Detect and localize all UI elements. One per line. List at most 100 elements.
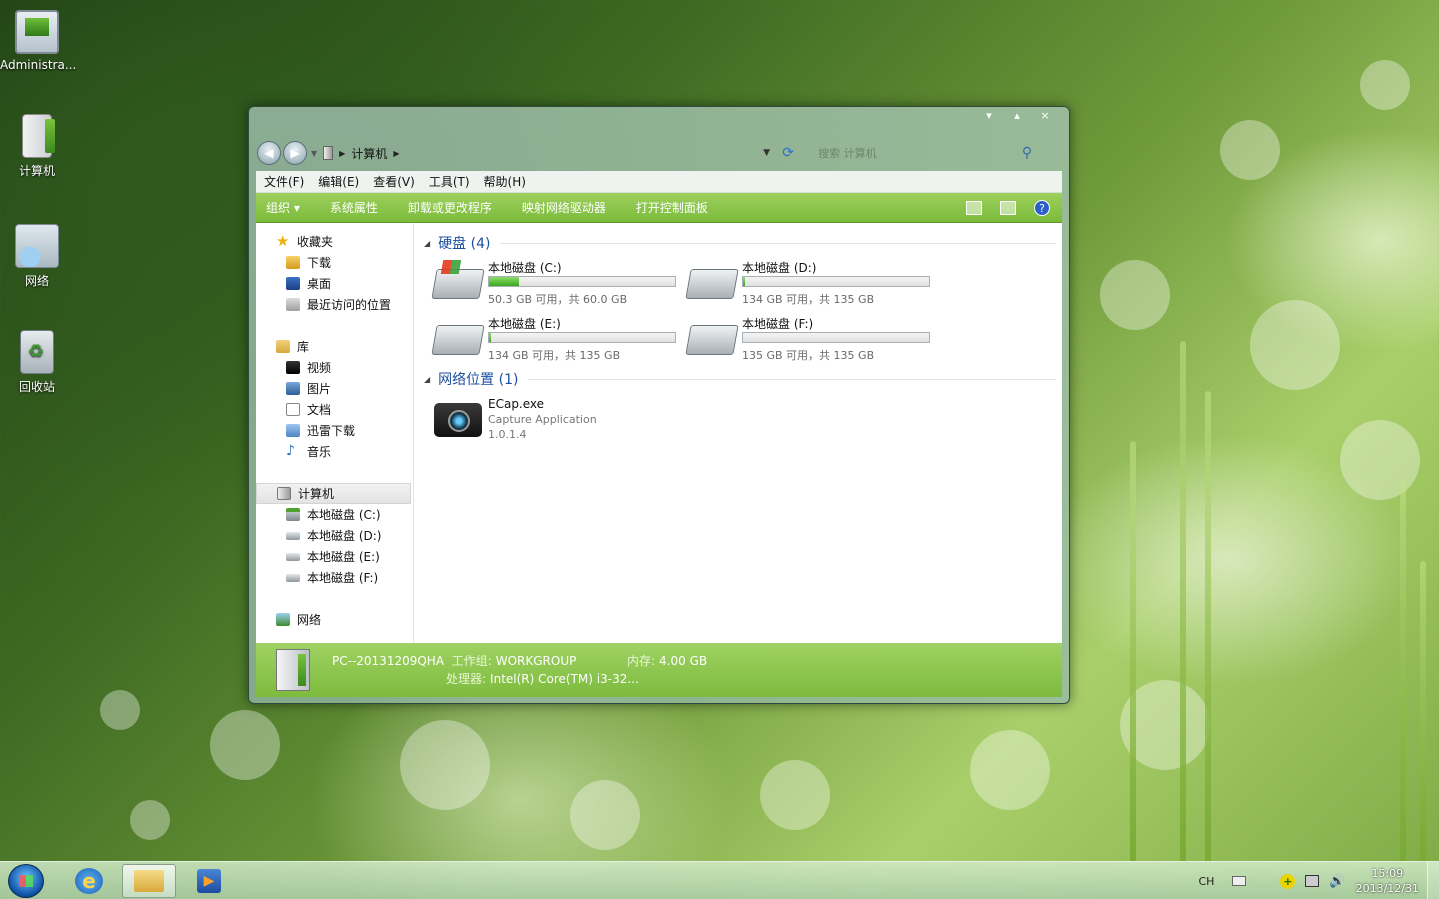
bokeh xyxy=(1120,680,1210,770)
sidebar-item-music[interactable]: ♪ 音乐 xyxy=(256,441,413,462)
hard-drive-icon xyxy=(286,531,300,540)
security-plus-icon[interactable]: + xyxy=(1280,873,1296,889)
search-placeholder: 搜索 计算机 xyxy=(818,147,877,160)
desktop-icon-administrator[interactable]: Administra... xyxy=(0,10,77,72)
bokeh xyxy=(970,730,1050,810)
language-indicator[interactable]: CH xyxy=(1198,875,1214,888)
collapse-triangle-icon[interactable]: ◢ xyxy=(424,239,430,248)
drive-tile-d[interactable]: 本地磁盘 (D:) 134 GB 可用，共 135 GB xyxy=(685,259,942,306)
sidebar-item-downloads[interactable]: 下载 xyxy=(256,252,413,273)
clock[interactable]: 15:09 2013/12/31 xyxy=(1356,866,1419,896)
sidebar-item-favorites[interactable]: ★ 收藏夹 xyxy=(256,231,413,252)
change-view-icon[interactable] xyxy=(966,200,982,215)
bokeh xyxy=(1340,420,1420,500)
sidebar-item-drive-d[interactable]: 本地磁盘 (D:) xyxy=(256,525,413,546)
menu-view[interactable]: 查看(V) xyxy=(373,173,415,190)
uninstall-program-button[interactable]: 卸载或更改程序 xyxy=(408,199,492,216)
system-tray: CH + 🔊 15:09 2013/12/31 xyxy=(1198,862,1419,899)
desktop-icon-network[interactable]: 网络 xyxy=(0,224,74,289)
sidebar-item-drive-e[interactable]: 本地磁盘 (E:) xyxy=(256,546,413,567)
search-input[interactable]: 搜索 计算机 ⚲ xyxy=(808,142,1038,164)
address-bar[interactable]: ▶ 计算机 ▶ xyxy=(323,142,753,164)
volume-icon[interactable]: 🔊 xyxy=(1329,874,1345,889)
taskbar-media-player[interactable]: ▶ xyxy=(182,864,236,898)
memory-value: 4.00 GB xyxy=(659,654,708,668)
menu-help[interactable]: 帮助(H) xyxy=(484,173,526,190)
sidebar-item-libraries[interactable]: 库 xyxy=(256,336,413,357)
menu-file[interactable]: 文件(F) xyxy=(264,173,304,190)
taskbar-internet-explorer[interactable]: e xyxy=(62,864,116,898)
drive-usage-fill xyxy=(489,333,491,342)
content-pane: ◢ 硬盘 (4) 本地磁盘 (C:) 50.3 GB 可用，共 60.0 GB xyxy=(424,223,1062,645)
desktop-icon-computer[interactable]: 计算机 xyxy=(0,114,74,179)
preview-pane-icon[interactable] xyxy=(1000,200,1016,215)
help-icon[interactable]: ? xyxy=(1034,199,1050,216)
sidebar-item-label: 本地磁盘 (D:) xyxy=(307,529,382,543)
sidebar-item-desktop[interactable]: 桌面 xyxy=(256,273,413,294)
recent-pages-dropdown[interactable]: ▼ xyxy=(311,149,317,158)
sidebar-item-computer[interactable]: 计算机 xyxy=(256,483,411,504)
minimize-button[interactable]: ▾ xyxy=(975,107,1003,125)
sidebar-item-videos[interactable]: 视频 xyxy=(256,357,413,378)
network-icon xyxy=(15,224,59,268)
drive-free-space: 135 GB 可用，共 135 GB xyxy=(742,349,875,362)
collapse-triangle-icon[interactable]: ◢ xyxy=(424,375,430,384)
music-note-icon: ♪ xyxy=(286,443,295,459)
maximize-button[interactable]: ▴ xyxy=(1003,107,1031,125)
desktop-icon-recycle-bin[interactable]: 回收站 xyxy=(0,330,74,395)
group-divider xyxy=(528,378,1056,380)
drive-name: 本地磁盘 (C:) xyxy=(488,261,562,275)
menu-edit[interactable]: 编辑(E) xyxy=(318,173,359,190)
group-header-network-locations[interactable]: ◢ 网络位置 (1) xyxy=(424,369,1062,389)
organize-button[interactable]: 组织 ▾ xyxy=(266,199,300,216)
group-header-hard-disks[interactable]: ◢ 硬盘 (4) xyxy=(424,233,1062,253)
breadcrumb-computer[interactable]: 计算机 xyxy=(351,145,387,162)
drive-tile-c[interactable]: 本地磁盘 (C:) 50.3 GB 可用，共 60.0 GB xyxy=(431,259,688,306)
xunlei-downloads-icon xyxy=(286,424,300,437)
show-desktop-button[interactable] xyxy=(1427,862,1439,899)
breadcrumb-arrow-icon[interactable]: ▶ xyxy=(393,149,399,158)
bokeh xyxy=(1360,60,1410,110)
network-location-ecap[interactable]: ECap.exe Capture Application 1.0.1.4 xyxy=(434,397,1062,445)
details-pane: PC--20131209QHA 工作组: WORKGROUP 内存: 4.00 GB… xyxy=(256,643,1062,697)
sidebar-item-xunlei-downloads[interactable]: 迅雷下载 xyxy=(256,420,413,441)
drive-tile-e[interactable]: 本地磁盘 (E:) 134 GB 可用，共 135 GB xyxy=(431,315,688,362)
forward-button[interactable]: ▶ xyxy=(283,141,307,165)
search-icon[interactable]: ⚲ xyxy=(1022,145,1032,161)
network-status-icon[interactable] xyxy=(1305,875,1320,887)
sidebar-item-drive-c[interactable]: 本地磁盘 (C:) xyxy=(256,504,413,525)
documents-library-icon xyxy=(286,403,300,416)
breadcrumb-arrow-icon[interactable]: ▶ xyxy=(339,149,345,158)
camera-icon xyxy=(434,403,482,437)
recent-places-icon xyxy=(286,298,300,311)
address-dropdown-icon[interactable]: ▼ xyxy=(763,148,770,158)
taskbar-explorer[interactable] xyxy=(122,864,176,898)
sidebar-item-pictures[interactable]: 图片 xyxy=(256,378,413,399)
bokeh xyxy=(570,780,640,850)
menu-tools[interactable]: 工具(T) xyxy=(429,173,470,190)
keyboard-icon[interactable] xyxy=(1232,876,1247,886)
close-button[interactable]: × xyxy=(1031,107,1059,125)
open-control-panel-button[interactable]: 打开控制面板 xyxy=(636,199,708,216)
command-toolbar: 组织 ▾ 系统属性 卸载或更改程序 映射网络驱动器 打开控制面板 ? xyxy=(256,193,1062,223)
details-computer-line: PC--20131209QHA 工作组: WORKGROUP xyxy=(332,652,576,669)
network-location-description: Capture Application xyxy=(488,413,597,426)
downloads-folder-icon xyxy=(286,256,300,269)
grass-blade xyxy=(1400,481,1406,861)
start-button[interactable] xyxy=(8,864,44,898)
sidebar-item-documents[interactable]: 文档 xyxy=(256,399,413,420)
sidebar-item-network[interactable]: 网络 xyxy=(256,609,413,630)
pictures-library-icon xyxy=(286,382,300,395)
system-properties-button[interactable]: 系统属性 xyxy=(330,199,378,216)
desktop-icon-label: 计算机 xyxy=(18,164,55,178)
desktop-icon-label: Administra... xyxy=(0,58,77,72)
computer-icon xyxy=(277,487,291,500)
map-network-drive-button[interactable]: 映射网络驱动器 xyxy=(522,199,606,216)
group-title: 网络位置 (1) xyxy=(438,372,519,388)
drive-tile-f[interactable]: 本地磁盘 (F:) 135 GB 可用，共 135 GB xyxy=(685,315,942,362)
sidebar-item-drive-f[interactable]: 本地磁盘 (F:) xyxy=(256,567,413,588)
back-button[interactable]: ◀ xyxy=(257,141,281,165)
sidebar-item-recent-places[interactable]: 最近访问的位置 xyxy=(256,294,413,315)
refresh-icon[interactable]: ⟳ xyxy=(778,144,798,162)
